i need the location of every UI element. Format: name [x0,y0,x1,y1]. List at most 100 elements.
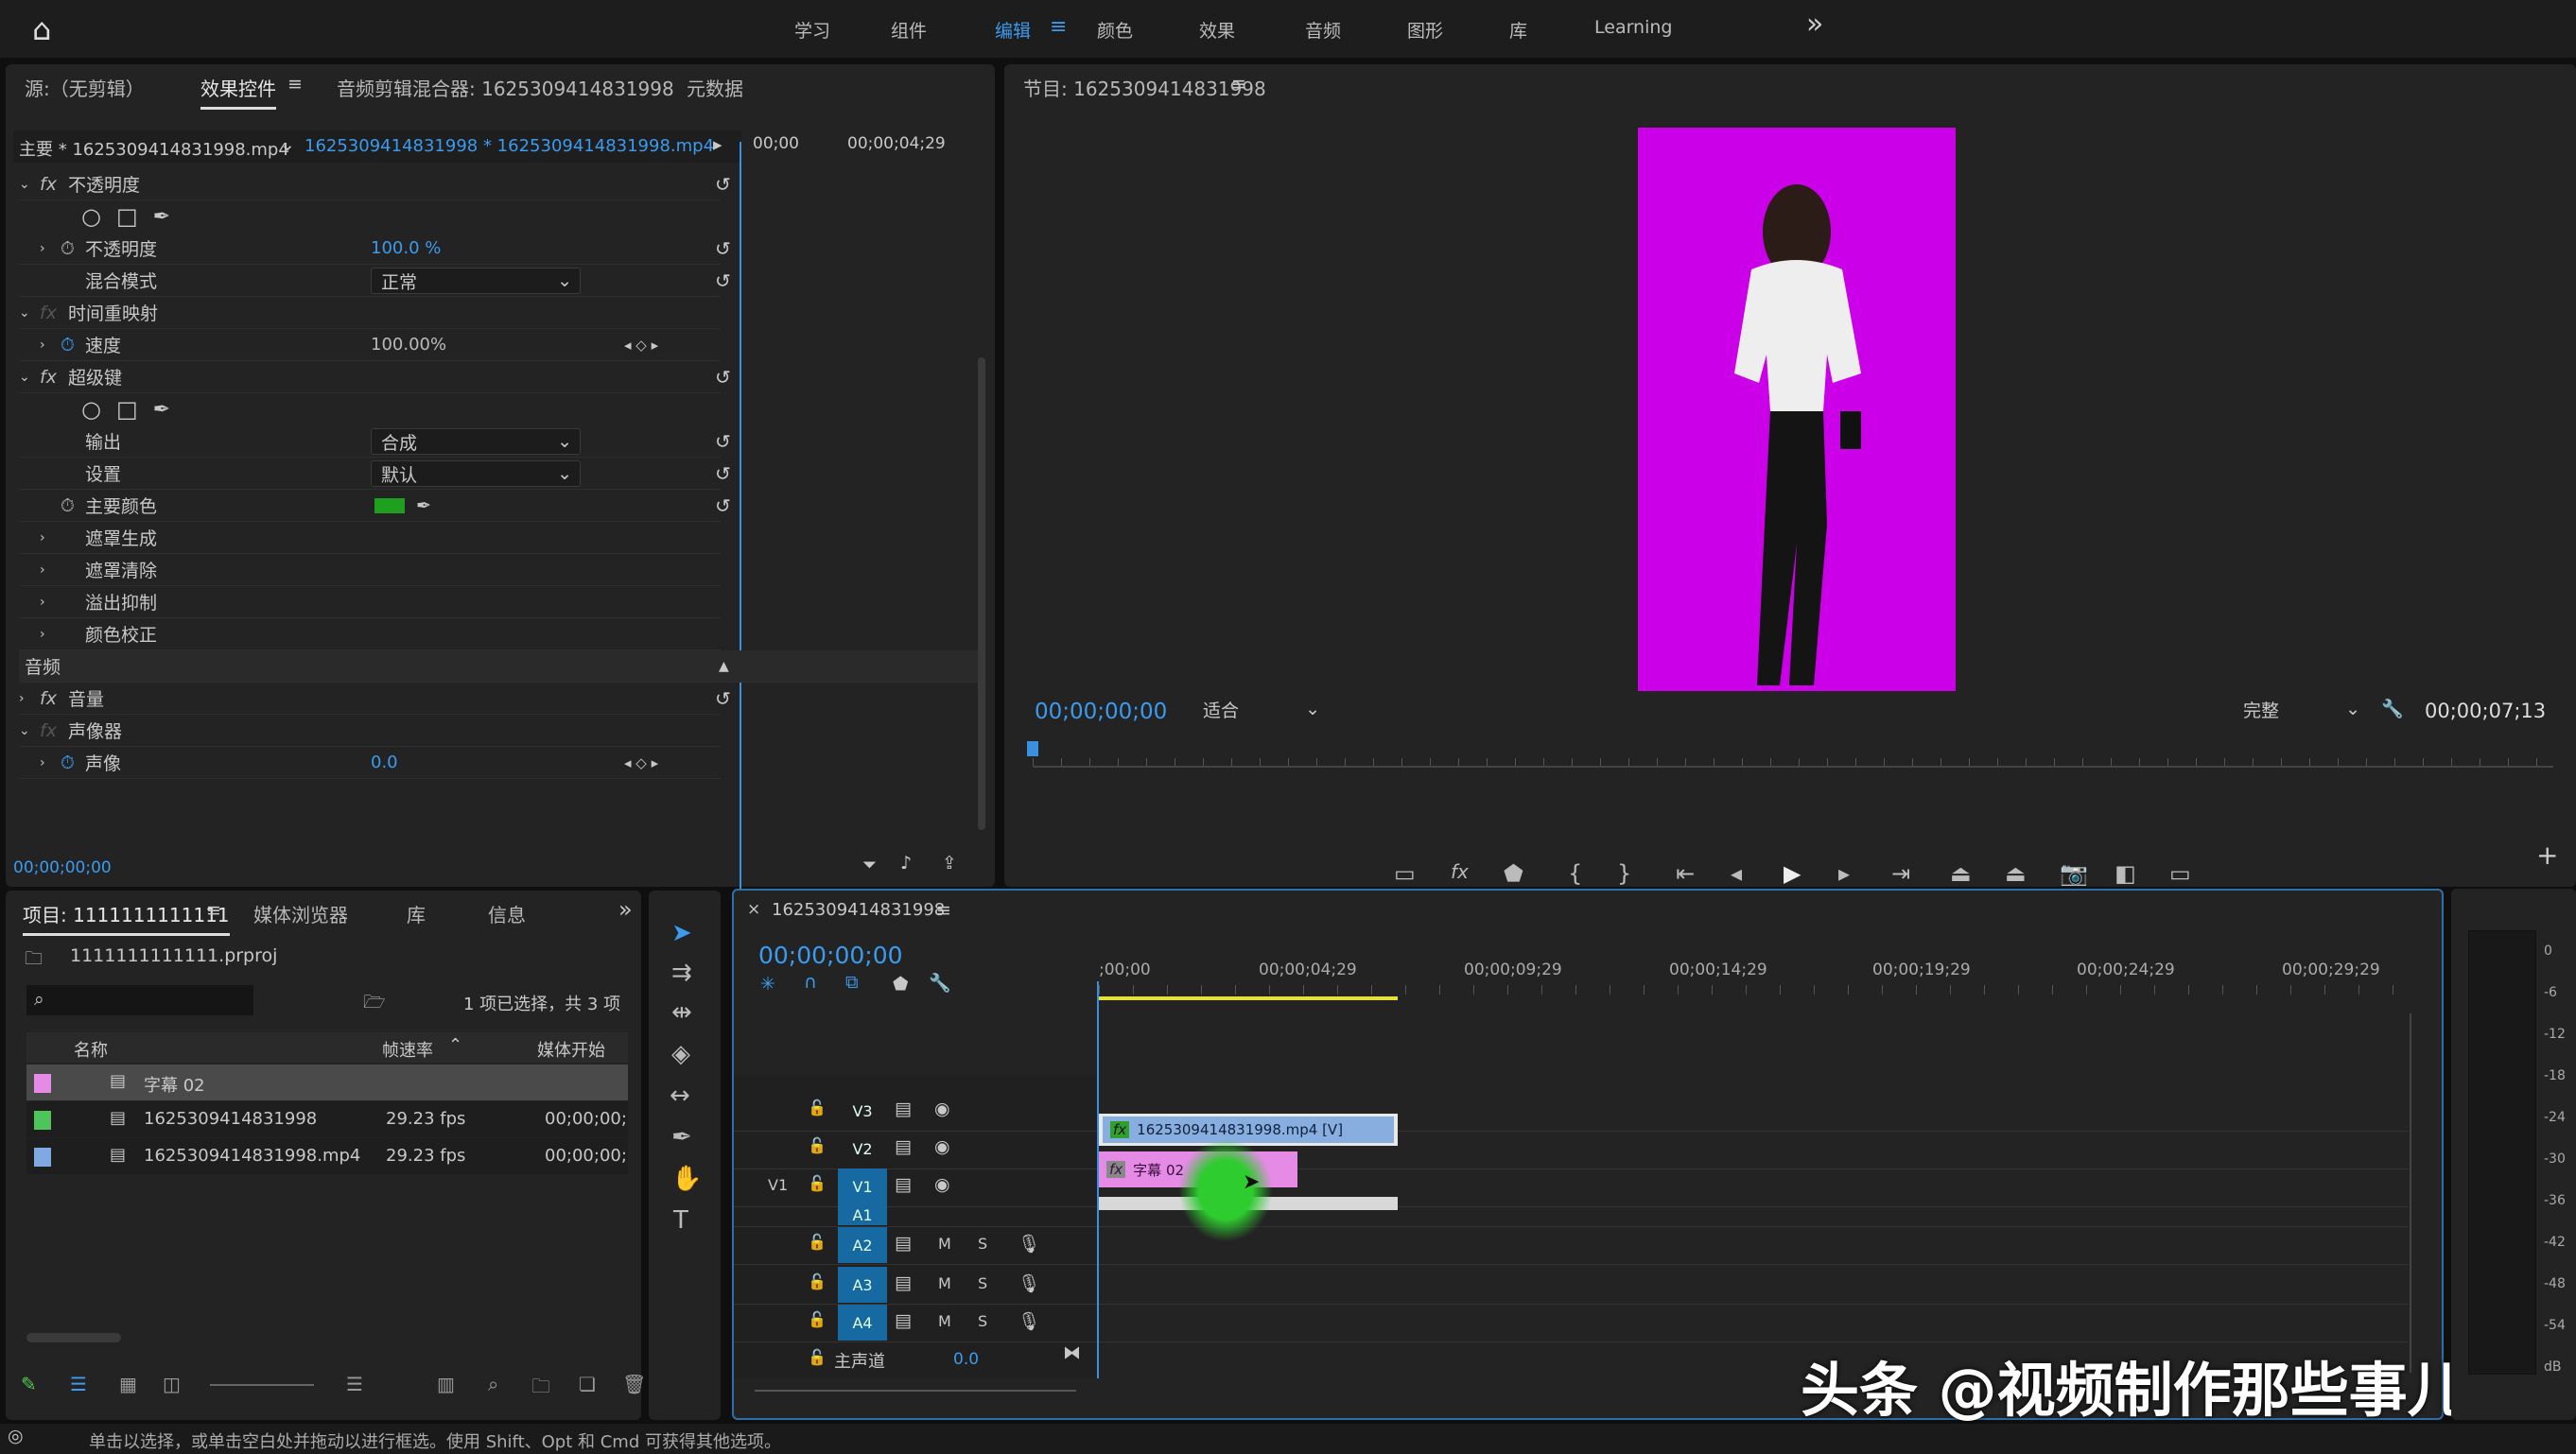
extract-icon[interactable]: ⏏ [2005,860,2027,887]
program-timecode[interactable]: 00;00;00;00 [1035,700,1167,724]
project-item[interactable]: ▤ 1625309414831998.mp4 29.23 fps 00;00;00;0 [26,1138,628,1174]
go-to-in-icon[interactable]: ⇤ [1676,860,1695,887]
close-sequence-icon[interactable]: × [747,900,760,919]
track-a4[interactable]: A4 [838,1305,887,1341]
param-dropdown[interactable]: 合成 ⌄ [371,428,581,455]
tab-effect-controls[interactable]: 效果控件 [200,74,276,110]
safe-margins-icon[interactable]: ▭ [1394,860,1416,887]
lock-icon[interactable]: 🔓 [808,1310,827,1328]
reset-icon[interactable]: ↺ [715,366,731,389]
expand-chevron-icon[interactable]: › [19,530,47,545]
list-view-icon[interactable]: ☰ [70,1373,87,1395]
lock-icon[interactable]: 🔓 [808,1136,827,1154]
master-clip-label[interactable]: 主要 * 1625309414831998.mp4 [19,136,289,161]
multi-cam-icon[interactable]: ▭ [2169,860,2191,887]
panel-menu-icon[interactable]: ≡ [287,74,303,95]
stopwatch-icon[interactable]: ⏱ [61,335,85,355]
panel-menu-icon[interactable]: ≡ [1231,74,1246,95]
freeform-view-icon[interactable]: ◫ [163,1373,181,1395]
workspace-tab[interactable]: 编辑 [995,17,1031,43]
home-icon[interactable]: ⌂ [32,11,51,47]
eye-icon[interactable]: ◉ [934,1136,950,1157]
reset-icon[interactable]: ↺ [715,494,731,517]
vertical-scrollbar[interactable] [2410,1013,2417,1373]
solo-button[interactable]: S [978,1235,987,1253]
rectangle-mask-icon[interactable]: □ [116,396,138,423]
reset-icon[interactable]: ↺ [715,687,731,710]
expand-chevron-icon[interactable]: ⌄ [19,723,40,738]
ruler-ticks[interactable] [1099,985,2413,995]
sync-lock-icon[interactable]: ▤ [895,1136,912,1157]
param-dropdown[interactable]: 正常 ⌄ [371,268,581,294]
solo-button[interactable]: S [978,1274,987,1292]
column-media-start[interactable]: 媒体开始 [537,1037,605,1062]
mute-button[interactable]: M [938,1235,951,1253]
new-bin-icon[interactable]: 🗀 [531,1373,550,1405]
tab-project[interactable]: 项目: 1111111111111 [23,900,230,936]
more-workspaces-button[interactable]: » [1806,8,1823,41]
go-to-out-icon[interactable]: ⇥ [1891,860,1910,887]
fx-icon[interactable]: fx [1451,860,1469,883]
workspace-tab[interactable]: 颜色 [1097,17,1133,43]
param-value[interactable]: 100.00% [371,335,446,355]
quality-dropdown[interactable]: 完整 ⌄ [2234,696,2366,722]
param-value[interactable]: 0.0 [371,753,398,772]
sequence-clip-label[interactable]: 1625309414831998 * 1625309414831998.mp4 [305,136,714,156]
track-a2[interactable]: A2 [838,1227,887,1263]
pen-mask-icon[interactable]: ✒ [153,205,170,229]
stopwatch-icon[interactable]: ⏱ [61,495,85,516]
tab-libraries[interactable]: 库 [407,900,426,927]
export-frame-camera-icon[interactable]: 📷 [2060,860,2088,887]
lock-icon[interactable]: 🔓 [808,1272,827,1290]
tab-metadata[interactable]: 元数据 [687,74,743,101]
workspace-tab[interactable]: 组件 [891,17,927,43]
tab-info[interactable]: 信息 [488,900,526,927]
snap-icon[interactable]: ∩ [804,972,817,993]
expand-chevron-icon[interactable]: › [19,595,47,610]
color-swatch[interactable] [374,497,405,513]
pencil-icon[interactable]: ✎ [21,1373,37,1395]
lock-icon[interactable]: 🔓 [808,1174,827,1192]
workspace-tab[interactable]: 库 [1509,17,1527,43]
mini-scrollbar[interactable] [978,357,985,830]
eye-icon[interactable]: ◉ [934,1174,950,1195]
selection-tool-icon[interactable]: ➤ [671,919,692,947]
reset-icon[interactable]: ↺ [715,462,731,485]
hand-tool-icon[interactable]: ✋ [671,1165,702,1193]
eyedropper-icon[interactable]: ✒ [416,495,431,516]
sort-icon[interactable]: ☰ [346,1373,363,1395]
keyframe-navigator[interactable]: ◂ ◇ ▸ [624,337,658,354]
mark-out-icon[interactable]: } [1617,860,1631,887]
label-color-swatch[interactable] [34,1111,51,1130]
comparison-view-icon[interactable]: ◧ [2115,860,2136,887]
column-frame-rate[interactable]: 帧速率 [382,1037,433,1062]
step-back-icon[interactable]: ◂ [1731,860,1742,887]
workspace-tab[interactable]: 图形 [1407,17,1443,43]
workspace-tab[interactable]: 效果 [1199,17,1235,43]
more-panels-icon[interactable]: » [618,896,633,923]
automate-to-sequence-icon[interactable]: ▥ [437,1373,455,1395]
microphone-icon[interactable]: 🎙 [1018,1272,1040,1294]
delete-icon[interactable]: 🗑 [622,1373,646,1395]
sync-lock-icon[interactable]: ▤ [895,1174,912,1195]
slip-tool-icon[interactable]: ↔ [670,1082,690,1110]
track-v1[interactable]: V1 [838,1168,887,1204]
master-volume-value[interactable]: 0.0 [953,1350,979,1369]
ellipse-mask-icon[interactable]: ○ [81,203,101,230]
track-a3[interactable]: A3 [838,1267,887,1303]
lock-icon[interactable]: 🔓 [808,1233,827,1251]
workspace-menu-icon[interactable]: ≡ [1050,15,1067,39]
expand-chevron-icon[interactable]: › [19,241,47,256]
lift-icon[interactable]: ⏏ [1950,860,1972,887]
find-icon[interactable]: ⌕ [488,1373,498,1395]
program-title[interactable]: 节目: 1625309414831998 [1023,74,1266,101]
track-v2[interactable]: V2 [838,1131,887,1167]
rectangle-mask-icon[interactable]: □ [116,203,138,230]
column-name[interactable]: 名称 [74,1037,108,1062]
expand-chevron-icon[interactable]: › [19,691,40,706]
icon-view-icon[interactable]: ▦ [119,1373,137,1395]
filter-icon[interactable]: ⏷ [862,855,877,875]
project-item[interactable]: ▤ 字幕 02 [26,1065,628,1100]
play-icon[interactable]: ▶ [1784,860,1801,887]
keyframe-navigator[interactable]: ◂ ◇ ▸ [624,754,658,771]
